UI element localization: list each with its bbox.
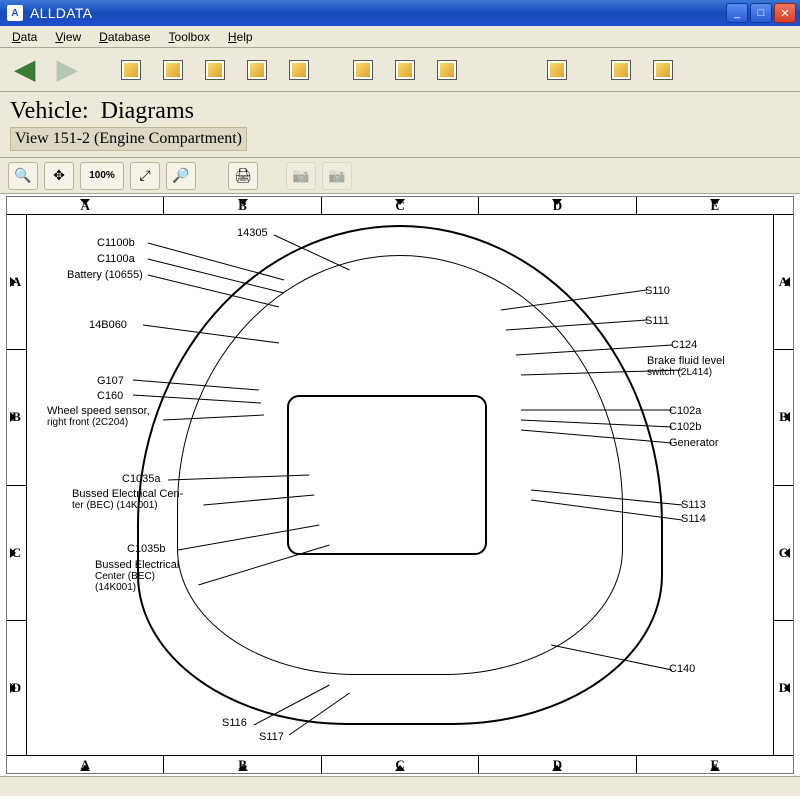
camera-2-button: 📷 xyxy=(322,162,352,190)
maximize-button[interactable]: □ xyxy=(750,3,772,23)
tool-2-button[interactable] xyxy=(156,53,190,87)
ruler-top: A B C D E xyxy=(7,197,793,215)
main-toolbar: ◀ ▶ xyxy=(0,48,800,92)
new-car-icon xyxy=(395,60,415,80)
vehicle-label: Vehicle: xyxy=(10,98,89,124)
tool-7-button[interactable] xyxy=(540,53,574,87)
printer-icon xyxy=(653,60,673,80)
tool-6-button[interactable] xyxy=(346,53,380,87)
menu-database[interactable]: Database xyxy=(91,28,158,46)
callout-wheelspeed: Wheel speed sensor,right front (2C204) xyxy=(47,405,150,428)
callout-S113: S113 xyxy=(681,499,706,511)
print-button[interactable]: 🖨 xyxy=(228,162,258,190)
new-car-button[interactable] xyxy=(388,53,422,87)
forward-button[interactable]: ▶ xyxy=(50,53,84,87)
callout-C160: C160 xyxy=(97,390,123,402)
camera-icon: 📷 xyxy=(328,167,345,184)
callout-G107: G107 xyxy=(97,375,124,387)
callout-S110: S110 xyxy=(645,285,670,297)
app-icon: A xyxy=(7,5,23,21)
callout-C1035a: C1035a xyxy=(122,473,161,485)
callout-S116: S116 xyxy=(222,717,247,729)
zoom-in-button[interactable]: 🔍 xyxy=(8,162,38,190)
view-subtitle: View 151-2 (Engine Compartment) xyxy=(10,127,247,151)
zoom-in-icon: 🔍 xyxy=(14,167,31,184)
callout-C102b: C102b xyxy=(669,421,701,433)
page-title: Vehicle: Diagrams xyxy=(10,98,790,125)
camera-1-button: 📷 xyxy=(286,162,316,190)
section-label: Diagrams xyxy=(101,98,194,124)
open-icon xyxy=(163,60,183,80)
menu-toolbox[interactable]: Toolbox xyxy=(161,28,218,46)
menubar: Data View Database Toolbox Help xyxy=(0,26,800,48)
car-button[interactable] xyxy=(430,53,464,87)
zoom-out-icon: 🔎 xyxy=(172,167,189,184)
callout-brakefluid: Brake fluid levelswitch (2L414) xyxy=(647,355,725,378)
callout-bec1: Bussed Electrical Cen-ter (BEC) (14K001) xyxy=(72,488,183,511)
callout-C140: C140 xyxy=(669,663,695,675)
callout-battery: Battery (10655) xyxy=(67,269,143,281)
notes-icon xyxy=(247,60,267,80)
globe-icon xyxy=(121,60,141,80)
tool-5-button[interactable] xyxy=(282,53,316,87)
clipboard-icon xyxy=(547,60,567,80)
forward-icon: ▶ xyxy=(57,54,77,85)
tool-8-button[interactable] xyxy=(604,53,638,87)
callout-S117: S117 xyxy=(259,731,284,743)
callout-14305: 14305 xyxy=(237,227,268,239)
window-title: ALLDATA xyxy=(28,5,726,21)
window-titlebar: A ALLDATA _ □ ✕ xyxy=(0,0,800,26)
zoom-region-button[interactable]: ⤢ xyxy=(130,162,160,190)
print-toolbar-button[interactable] xyxy=(646,53,680,87)
callout-generator: Generator xyxy=(669,437,719,449)
viewer-toolbar: 🔍 ✥ 100% ⤢ 🔎 🖨 📷 📷 xyxy=(0,158,800,194)
fit-icon: ✥ xyxy=(53,167,65,184)
tool-1-button[interactable] xyxy=(114,53,148,87)
content-header: Vehicle: Diagrams View 151-2 (Engine Com… xyxy=(0,92,800,158)
diagram-viewport[interactable]: A B C D E A B C D E A B C D A B C D xyxy=(6,196,794,774)
menu-data[interactable]: Data xyxy=(4,28,45,46)
zoom-out-button[interactable]: 🔎 xyxy=(166,162,196,190)
zoom-100-button[interactable]: 100% xyxy=(80,162,124,190)
diagram-canvas: C1100b C1100a Battery (10655) 14305 14B0… xyxy=(27,215,773,755)
car-icon xyxy=(437,60,457,80)
zoom-region-icon: ⤢ xyxy=(139,167,150,184)
callout-bec2: Bussed ElectricalCenter (BEC)(14K001) xyxy=(95,559,179,593)
callout-S111: S111 xyxy=(645,315,669,327)
report-icon xyxy=(611,60,631,80)
callout-S114: S114 xyxy=(681,513,706,525)
ruler-left: A B C D xyxy=(7,215,27,755)
back-icon: ◀ xyxy=(15,54,35,85)
callout-C124: C124 xyxy=(671,339,697,351)
menu-help[interactable]: Help xyxy=(220,28,261,46)
tool-3-button[interactable] xyxy=(198,53,232,87)
back-button[interactable]: ◀ xyxy=(8,53,42,87)
tool-4-button[interactable] xyxy=(240,53,274,87)
minimize-button[interactable]: _ xyxy=(726,3,748,23)
status-bar xyxy=(0,776,800,796)
ruler-right: A B C D xyxy=(773,215,793,755)
camera-icon: 📷 xyxy=(292,167,309,184)
callout-C1100a: C1100a xyxy=(97,253,135,265)
fit-window-button[interactable]: ✥ xyxy=(44,162,74,190)
history-icon xyxy=(289,60,309,80)
callout-C1100b: C1100b xyxy=(97,237,135,249)
callout-C1035b: C1035b xyxy=(127,543,166,555)
save-icon xyxy=(353,60,373,80)
print-icon: 🖨 xyxy=(234,167,252,184)
card-icon xyxy=(205,60,225,80)
ruler-bottom: A B C D E xyxy=(7,755,793,773)
close-button[interactable]: ✕ xyxy=(774,3,796,23)
menu-view[interactable]: View xyxy=(47,28,89,46)
callout-C102a: C102a xyxy=(669,405,701,417)
callout-14B060: 14B060 xyxy=(89,319,127,331)
